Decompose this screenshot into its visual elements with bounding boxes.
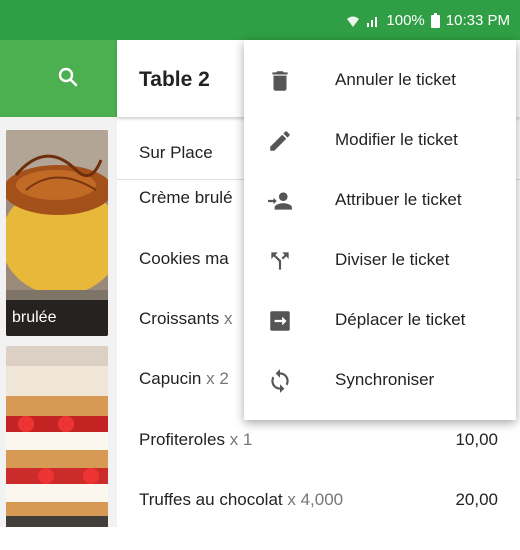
menu-item-label: Synchroniser <box>335 370 435 389</box>
menu-item-label: Diviser le ticket <box>335 250 450 269</box>
item-qty: x 4,000 <box>282 490 344 509</box>
item-name: Capucin <box>139 369 202 388</box>
item-name: Croissants <box>139 309 220 328</box>
ticket-actions-menu: Annuler le ticket Modifier le ticket Att… <box>244 40 516 420</box>
wifi-icon <box>347 16 360 27</box>
status-bar: 100% 10:33 PM <box>0 0 520 40</box>
product-tile-caption: fey <box>6 516 108 527</box>
signal-icon <box>367 16 378 27</box>
split-icon <box>271 252 289 270</box>
product-panel: brulée fey <box>0 40 117 527</box>
item-qty: x 2 <box>201 369 229 388</box>
item-qty: x 1 <box>224 430 253 449</box>
move-icon <box>270 311 290 331</box>
menu-item-diviser[interactable]: Diviser le ticket <box>244 230 516 290</box>
clock: 10:33 PM <box>445 12 510 29</box>
battery-icon <box>430 13 440 28</box>
menu-item-modifier[interactable]: Modifier le ticket <box>244 110 516 170</box>
menu-item-label: Attribuer le ticket <box>335 190 462 209</box>
item-name: Cookies ma <box>139 249 229 268</box>
item-qty: x <box>219 309 233 328</box>
item-name: Crème brulé <box>139 188 233 207</box>
ticket-line[interactable]: Truffes au chocolat x 4,000 20,00 <box>117 490 520 550</box>
menu-item-label: Annuler le ticket <box>335 70 456 89</box>
item-price: 10,00 <box>455 430 498 449</box>
menu-item-attribuer[interactable]: Attribuer le ticket <box>244 170 516 230</box>
delete-icon <box>272 71 288 91</box>
edit-icon <box>270 131 290 151</box>
search-icon <box>58 67 78 87</box>
menu-item-synchroniser[interactable]: Synchroniser <box>244 350 516 410</box>
ticket-line[interactable]: Profiteroles x 1 10,00 <box>117 430 520 490</box>
battery-percent: 100% <box>386 12 425 29</box>
product-tile-creme-brulee[interactable]: brulée <box>6 130 108 336</box>
item-name: Profiteroles <box>139 430 225 449</box>
product-tile-caption: brulée <box>6 300 108 336</box>
item-name: Truffes au chocolat <box>139 490 283 509</box>
item-price: 20,00 <box>455 490 498 509</box>
product-tile-millefeuille[interactable]: fey <box>6 346 108 527</box>
menu-item-deplacer[interactable]: Déplacer le ticket <box>244 290 516 350</box>
assign-user-icon <box>268 192 292 210</box>
page-title: Table 2 <box>139 68 210 91</box>
menu-item-label: Modifier le ticket <box>335 130 458 149</box>
menu-item-label: Déplacer le ticket <box>335 310 466 329</box>
order-mode-label: Sur Place <box>139 143 213 162</box>
menu-item-annuler[interactable]: Annuler le ticket <box>244 50 516 110</box>
millefeuille-image <box>6 346 108 527</box>
sync-icon <box>271 369 289 393</box>
search-button[interactable] <box>0 40 117 117</box>
